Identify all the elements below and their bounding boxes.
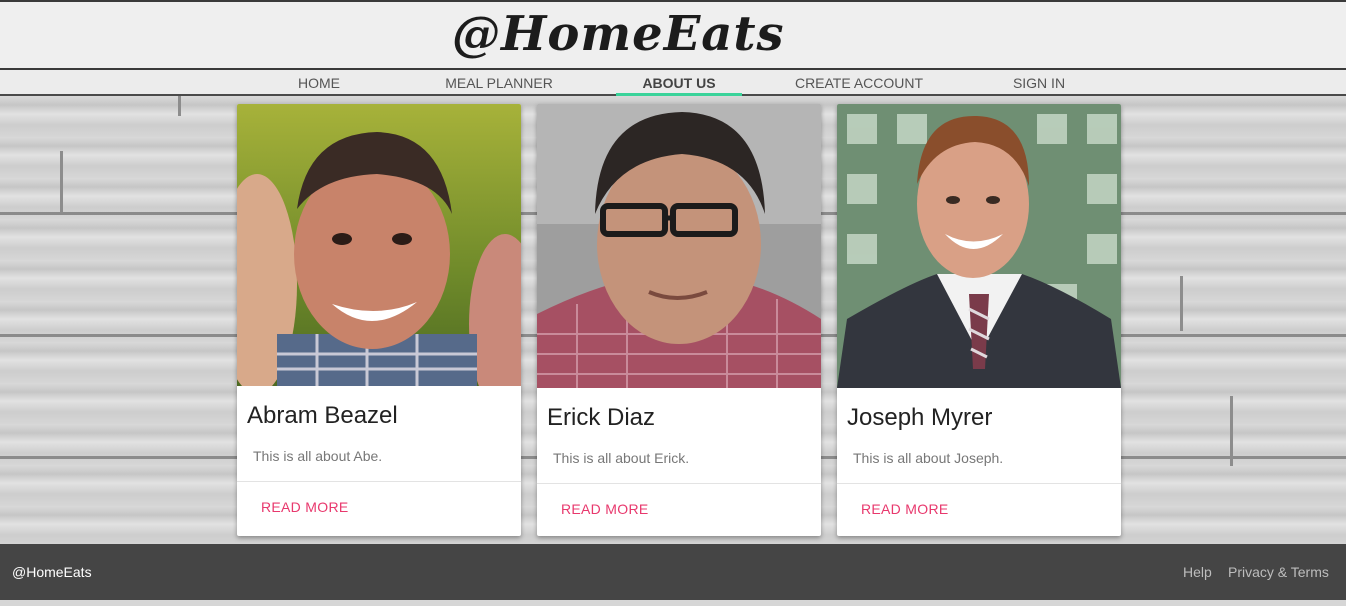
card-description: This is all about Erick. [553, 450, 690, 466]
nav-about-us[interactable]: ABOUT US [616, 70, 742, 96]
card-name: Erick Diaz [547, 404, 656, 431]
team-card-erick: Erick Diaz This is all about Erick. READ… [537, 104, 821, 536]
nav-create-account[interactable]: CREATE ACCOUNT [792, 70, 926, 94]
footer-privacy-link[interactable]: Privacy & Terms [1228, 564, 1329, 580]
profile-photo [537, 104, 821, 388]
card-name: Joseph Myrer [847, 404, 993, 431]
read-more-link[interactable]: READ MORE [861, 501, 949, 517]
main-nav: HOME MEAL PLANNER ABOUT US CREATE ACCOUN… [0, 70, 1346, 96]
read-more-link[interactable]: READ MORE [261, 499, 349, 515]
team-card-abram: Abram Beazel This is all about Abe. READ… [237, 104, 521, 536]
profile-photo [837, 104, 1121, 388]
card-divider [537, 483, 821, 484]
site-logo[interactable]: @HomeEats [452, 4, 912, 64]
card-description: This is all about Abe. [253, 448, 383, 464]
card-divider [837, 483, 1121, 484]
card-name: Abram Beazel [247, 402, 398, 429]
nav-sign-in[interactable]: SIGN IN [1000, 70, 1078, 94]
card-divider [237, 481, 521, 482]
footer-help-link[interactable]: Help [1183, 564, 1212, 580]
bottom-strip [0, 600, 1346, 606]
card-description: This is all about Joseph. [853, 450, 1004, 466]
site-header: @HomeEats [0, 0, 1346, 70]
site-footer: @HomeEats Help Privacy & Terms [0, 544, 1346, 600]
footer-brand[interactable]: @HomeEats [12, 564, 92, 580]
nav-home[interactable]: HOME [280, 70, 358, 94]
nav-meal-planner[interactable]: MEAL PLANNER [438, 70, 560, 94]
profile-photo [237, 104, 521, 386]
read-more-link[interactable]: READ MORE [561, 501, 649, 517]
team-card-joseph: Joseph Myrer This is all about Joseph. R… [837, 104, 1121, 536]
